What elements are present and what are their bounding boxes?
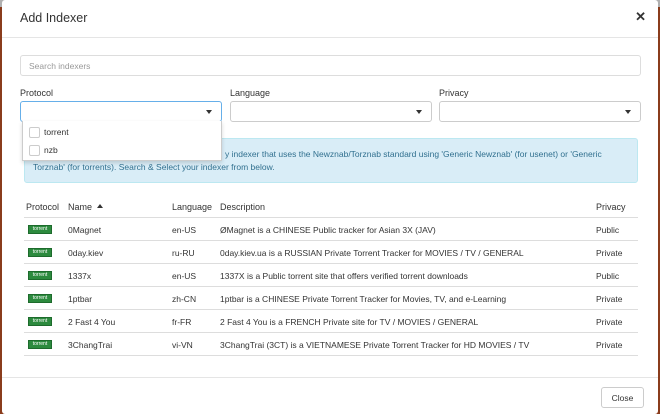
- option-label: nzb: [44, 145, 58, 155]
- indexer-name: 1ptbar: [68, 294, 93, 304]
- indexer-privacy: Private: [596, 294, 623, 304]
- close-button[interactable]: Close: [601, 387, 644, 408]
- protocol-label: Protocol: [20, 88, 54, 98]
- table-row[interactable]: torrent 2 Fast 4 You fr-FR 2 Fast 4 You …: [24, 310, 638, 333]
- column-header-privacy[interactable]: Privacy: [596, 202, 626, 212]
- indexer-privacy: Public: [596, 271, 620, 281]
- column-header-language[interactable]: Language: [172, 202, 212, 212]
- indexer-language: en-US: [172, 271, 197, 281]
- indexer-language: vi-VN: [172, 340, 193, 350]
- indexer-privacy: Public: [596, 225, 620, 235]
- indexer-privacy: Private: [596, 248, 623, 258]
- protocol-badge: torrent: [28, 294, 52, 303]
- indexer-privacy: Private: [596, 317, 623, 327]
- indexer-description: 2 Fast 4 You is a FRENCH Private site fo…: [220, 317, 479, 327]
- close-icon[interactable]: ✕: [635, 10, 646, 23]
- protocol-badge: torrent: [28, 271, 52, 280]
- protocol-select[interactable]: [20, 101, 222, 122]
- search-input[interactable]: [20, 55, 641, 76]
- alert-text-line2: Torznab' (for torrents). Search & Select…: [33, 162, 275, 172]
- sort-ascending-icon: [97, 204, 104, 208]
- modal-title: Add Indexer: [20, 11, 88, 25]
- chevron-down-icon: [625, 110, 631, 114]
- protocol-badge: torrent: [28, 248, 52, 257]
- privacy-label: Privacy: [439, 88, 469, 98]
- indexer-description: 1ptbar is a CHINESE Private Torrent Trac…: [220, 294, 507, 304]
- indexer-description: ØMagnet is a CHINESE Public tracker for …: [220, 225, 436, 235]
- indexer-name: 0Magnet: [68, 225, 102, 235]
- indexer-description: 3ChangTrai (3CT) is a VIETNAMESE Private…: [220, 340, 530, 350]
- table-row[interactable]: torrent 0day.kiev ru-RU 0day.kiev.ua is …: [24, 241, 638, 264]
- indexer-name: 0day.kiev: [68, 248, 104, 258]
- indexer-language: ru-RU: [172, 248, 195, 258]
- protocol-badge: torrent: [28, 340, 52, 349]
- chevron-down-icon: [416, 110, 422, 114]
- protocol-badge: torrent: [28, 317, 52, 326]
- indexer-description: 1337X is a Public torrent site that offe…: [220, 271, 468, 281]
- language-label: Language: [230, 88, 271, 98]
- column-header-protocol[interactable]: Protocol: [26, 202, 59, 212]
- indexer-privacy: Private: [596, 340, 623, 350]
- indexer-name: 1337x: [68, 271, 92, 281]
- modal-header: Add Indexer ✕: [2, 0, 658, 38]
- table-row[interactable]: torrent 0Magnet en-US ØMagnet is a CHINE…: [24, 218, 638, 241]
- protocol-dropdown: torrent nzb: [22, 121, 222, 161]
- language-select[interactable]: [230, 101, 432, 122]
- checkbox[interactable]: [29, 127, 40, 138]
- column-header-name-label: Name: [68, 202, 93, 212]
- indexer-name: 3ChangTrai: [68, 340, 113, 350]
- privacy-select[interactable]: [439, 101, 641, 122]
- table-row[interactable]: torrent 1337x en-US 1337X is a Public to…: [24, 264, 638, 287]
- indexer-language: fr-FR: [172, 317, 192, 327]
- indexer-description: 0day.kiev.ua is a RUSSIAN Private Torren…: [220, 248, 524, 258]
- add-indexer-modal: Add Indexer ✕ Protocol Language Privacy …: [2, 0, 658, 414]
- indexer-language: en-US: [172, 225, 197, 235]
- indexer-name: 2 Fast 4 You: [68, 317, 116, 327]
- table-row[interactable]: torrent 1ptbar zh-CN 1ptbar is a CHINESE…: [24, 287, 638, 310]
- checkbox[interactable]: [29, 145, 40, 156]
- modal-footer: Close: [2, 377, 658, 414]
- column-header-description[interactable]: Description: [220, 202, 265, 212]
- protocol-badge: torrent: [28, 225, 52, 234]
- table-row[interactable]: torrent 3ChangTrai vi-VN 3ChangTrai (3CT…: [24, 333, 638, 356]
- chevron-down-icon: [206, 110, 212, 114]
- column-header-name[interactable]: Name: [68, 202, 104, 212]
- option-label: torrent: [44, 127, 69, 137]
- indexer-language: zh-CN: [172, 294, 197, 304]
